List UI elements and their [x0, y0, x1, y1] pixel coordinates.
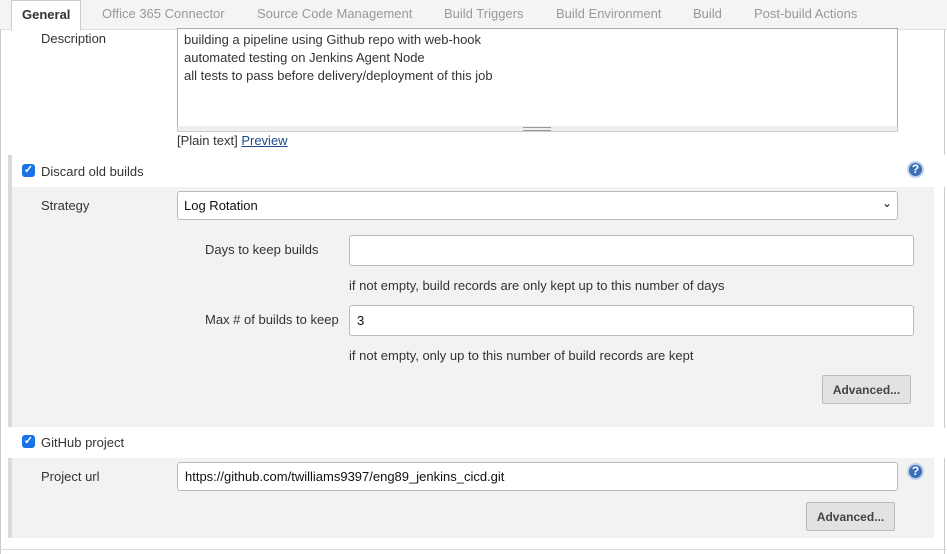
github-section-indent-bar: [8, 458, 12, 538]
project-url-input[interactable]: [177, 462, 898, 491]
panel-right-border: [944, 30, 945, 554]
tab-post-build-actions[interactable]: Post-build Actions: [754, 0, 857, 30]
preview-link[interactable]: Preview: [241, 133, 287, 148]
tab-source-code-management[interactable]: Source Code Management: [257, 0, 412, 30]
discard-help-icon[interactable]: ?: [907, 161, 924, 178]
max-builds-hint: if not empty, only up to this number of …: [349, 348, 694, 363]
max-builds-label: Max # of builds to keep: [205, 312, 339, 327]
tab-build-triggers[interactable]: Build Triggers: [444, 0, 523, 30]
days-to-keep-hint: if not empty, build records are only kep…: [349, 278, 725, 293]
tab-general[interactable]: General: [11, 0, 82, 31]
resize-grip-icon[interactable]: [523, 127, 551, 131]
tab-office-365-connector[interactable]: Office 365 Connector: [102, 0, 225, 30]
max-builds-input[interactable]: [349, 305, 914, 336]
days-to-keep-input[interactable]: [349, 235, 914, 266]
github-advanced-button[interactable]: Advanced...: [806, 502, 895, 531]
github-project-checkbox[interactable]: ✓: [22, 435, 35, 448]
github-project-header: [8, 428, 945, 458]
description-label: Description: [41, 31, 107, 46]
project-url-label: Project url: [41, 469, 100, 484]
description-textarea[interactable]: building a pipeline using Github repo wi…: [177, 28, 898, 127]
panel-left-border: [0, 30, 1, 554]
strategy-select[interactable]: Log Rotation: [177, 191, 898, 220]
days-to-keep-label: Days to keep builds: [205, 242, 319, 257]
tab-build-environment[interactable]: Build Environment: [556, 0, 662, 30]
discard-section-indent-bar: [8, 155, 12, 427]
project-url-help-icon[interactable]: ?: [907, 463, 924, 480]
tab-build[interactable]: Build: [693, 0, 722, 30]
discard-old-builds-header: [8, 155, 945, 187]
config-tab-bar: General Office 365 Connector Source Code…: [0, 0, 947, 31]
discard-old-builds-checkbox[interactable]: ✓: [22, 164, 35, 177]
strategy-label: Strategy: [41, 198, 90, 213]
description-format-note: [Plain text] Preview: [177, 133, 288, 148]
chevron-down-icon: ⌄: [882, 196, 893, 210]
github-project-label: GitHub project: [41, 435, 125, 450]
section-divider: [0, 549, 947, 550]
discard-advanced-button[interactable]: Advanced...: [822, 375, 911, 404]
discard-old-builds-label: Discard old builds: [41, 164, 144, 179]
plain-text-label: [Plain text]: [177, 133, 238, 148]
